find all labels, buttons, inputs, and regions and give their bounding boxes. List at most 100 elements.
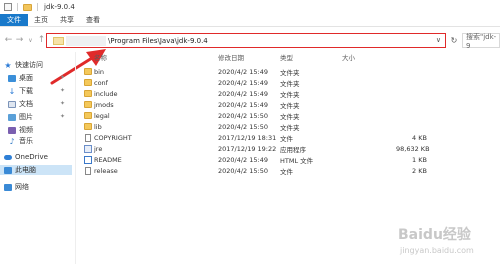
file-type: 文件夹 (280, 90, 300, 99)
file-modified: 2020/4/2 15:49 (218, 67, 268, 76)
file-type: 文件夹 (280, 68, 300, 77)
music-icon: ♪ (9, 136, 15, 146)
file-type: 文件夹 (280, 112, 300, 121)
picture-icon (8, 113, 16, 121)
sidebar-item-label: 视频 (19, 126, 33, 134)
tab-view[interactable]: 查看 (80, 14, 106, 26)
column-header-type[interactable]: 类型 (280, 52, 293, 62)
sidebar-item-label: 图片 (19, 113, 33, 121)
file-name: jre (94, 144, 103, 153)
file-size: 4 KB (412, 133, 427, 142)
file-modified: 2020/4/2 15:49 (218, 100, 268, 109)
file-row[interactable]: jre 2017/12/19 19:22 应用程序 98,632 KB (80, 143, 440, 154)
file-row[interactable]: release 2020/4/2 15:50 文件 2 KB (80, 165, 440, 176)
folder-icon (84, 112, 92, 119)
file-type: 文件夹 (280, 79, 300, 88)
file-row[interactable]: include 2020/4/2 15:49 文件夹 (80, 88, 440, 99)
file-row[interactable]: COPYRIGHT 2017/12/19 18:31 文件 4 KB (80, 132, 440, 143)
pin-icon[interactable]: ✦ (60, 100, 65, 107)
quick-access-toolbar (0, 3, 40, 11)
file-type: 应用程序 (280, 145, 306, 154)
file-row[interactable]: lib 2020/4/2 15:50 文件夹 (80, 121, 440, 132)
file-modified: 2020/4/2 15:50 (218, 166, 268, 175)
file-type: 文件夹 (280, 123, 300, 132)
video-icon (8, 126, 16, 134)
search-input[interactable]: 搜索"jdk-9 (462, 33, 500, 50)
address-blurred-segment (66, 35, 106, 46)
back-arrow-icon[interactable]: ← (3, 35, 14, 46)
file-name: legal (94, 111, 110, 120)
folder-icon (84, 68, 92, 75)
navigation-pane: ★ 快速访问 桌面 ✦ ↓ 下载 ✦ 文档 ✦ 图片 ✦ 视频 ♪ 音乐 One… (0, 52, 76, 264)
column-header-modified[interactable]: 修改日期 (218, 52, 244, 62)
tab-share[interactable]: 共享 (54, 14, 80, 26)
ribbon-tabs: 文件 主页 共享 查看 (0, 14, 500, 27)
sidebar-item-this-pc[interactable]: 此电脑 (0, 165, 72, 175)
file-modified: 2020/4/2 15:50 (218, 111, 268, 120)
application-icon (84, 144, 92, 153)
sidebar-item-desktop[interactable]: 桌面 (8, 73, 33, 83)
tab-home[interactable]: 主页 (28, 14, 54, 26)
file-name: jmods (94, 100, 114, 109)
file-type: 文件夹 (280, 101, 300, 110)
sidebar-item-music[interactable]: ♪ 音乐 (8, 136, 33, 146)
cloud-icon (4, 154, 12, 160)
file-modified: 2020/4/2 15:49 (218, 78, 268, 87)
sidebar-item-pictures[interactable]: 图片 (8, 112, 33, 122)
sidebar-item-label: 文档 (19, 100, 33, 108)
divider (17, 3, 18, 11)
file-size: 98,632 KB (396, 144, 430, 153)
folder-icon (53, 36, 64, 45)
file-row[interactable]: bin 2020/4/2 15:49 文件夹 (80, 66, 440, 77)
column-header-name[interactable]: 名称 (94, 52, 107, 62)
html-file-icon (84, 155, 92, 164)
address-dropdown-icon[interactable]: ∨ (436, 36, 441, 44)
file-name: README (94, 155, 122, 164)
file-type: 文件 (280, 167, 293, 176)
file-size: 2 KB (412, 166, 427, 175)
pin-icon[interactable]: ✦ (60, 74, 65, 81)
file-modified: 2017/12/19 18:31 (218, 133, 277, 142)
folder-icon[interactable] (23, 3, 32, 11)
address-path[interactable]: \Program Files\Java\jdk-9.0.4 (108, 37, 208, 45)
tab-file[interactable]: 文件 (0, 14, 28, 26)
file-name: bin (94, 67, 105, 76)
sidebar-item-downloads[interactable]: ↓ 下载 (8, 86, 33, 96)
sidebar-item-label: 下载 (19, 87, 33, 95)
sidebar-item-onedrive[interactable]: OneDrive (4, 152, 48, 162)
file-name: lib (94, 122, 102, 131)
file-name: COPYRIGHT (94, 133, 132, 142)
file-name: release (94, 166, 118, 175)
folder-icon (84, 79, 92, 86)
watermark-url: jingyan.baidu.com (400, 246, 474, 255)
sidebar-item-label: OneDrive (15, 153, 48, 161)
file-name: conf (94, 78, 108, 87)
file-modified: 2020/4/2 15:49 (218, 89, 268, 98)
file-icon (85, 133, 91, 142)
folder-icon (84, 101, 92, 108)
sidebar-item-network[interactable]: 网络 (4, 182, 29, 192)
watermark-logo: Baidu经验 (398, 227, 471, 243)
file-type: 文件 (280, 134, 293, 143)
address-bar[interactable]: \Program Files\Java\jdk-9.0.4 ∨ (46, 33, 446, 48)
file-modified: 2020/4/2 15:49 (218, 155, 268, 164)
sidebar-item-label: 音乐 (19, 137, 33, 145)
pin-icon[interactable]: ✦ (60, 87, 65, 94)
file-row[interactable]: conf 2020/4/2 15:49 文件夹 (80, 77, 440, 88)
file-row[interactable]: legal 2020/4/2 15:50 文件夹 (80, 110, 440, 121)
refresh-icon[interactable]: ↻ (448, 34, 460, 47)
window-menu-icon[interactable] (4, 3, 12, 11)
watermark: Baidu经验 jingyan.baidu.com (390, 222, 500, 262)
file-icon (85, 166, 91, 175)
recent-chevron-icon[interactable]: ∨ (25, 35, 36, 46)
file-row[interactable]: README 2020/4/2 15:49 HTML 文件 1 KB (80, 154, 440, 165)
column-header-size[interactable]: 大小 (342, 52, 355, 62)
pin-icon[interactable]: ✦ (60, 113, 65, 120)
forward-arrow-icon[interactable]: → (14, 35, 25, 46)
file-row[interactable]: jmods 2020/4/2 15:49 文件夹 (80, 99, 440, 110)
sidebar-item-documents[interactable]: 文档 (8, 99, 33, 109)
sidebar-item-videos[interactable]: 视频 (8, 125, 33, 135)
document-icon (8, 100, 16, 108)
star-icon: ★ (4, 60, 12, 70)
sidebar-item-quick-access[interactable]: ★ 快速访问 (4, 60, 43, 70)
